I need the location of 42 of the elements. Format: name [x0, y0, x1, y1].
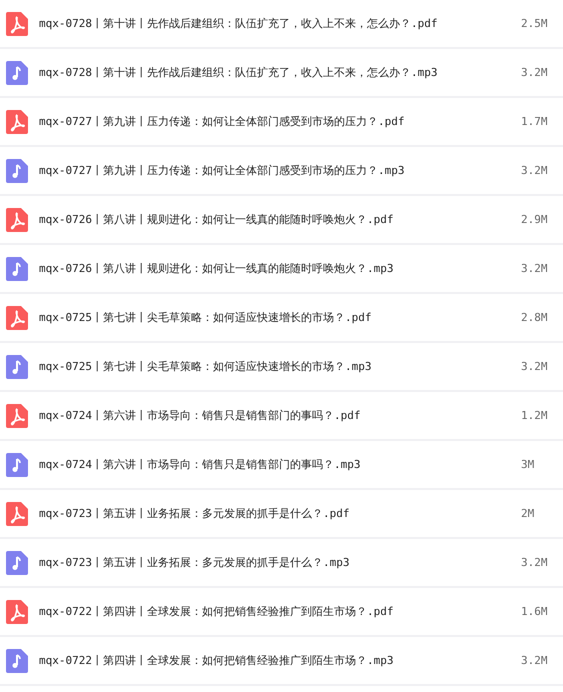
file-name[interactable]: mqx-0722丨第四讲丨全球发展：如何把销售经验推广到陌生市场？.pdf [39, 604, 521, 619]
pdf-file-icon [6, 502, 28, 526]
music-file-icon [6, 158, 28, 182]
pdf-file-icon [6, 12, 28, 36]
file-size: 2.8M [521, 311, 548, 324]
file-name[interactable]: mqx-0726丨第八讲丨规则进化：如何让一线真的能随时呼唤炮火？.pdf [39, 212, 521, 227]
file-name[interactable]: mqx-0726丨第八讲丨规则进化：如何让一线真的能随时呼唤炮火？.mp3 [39, 261, 521, 276]
file-name[interactable]: mqx-0723丨第五讲丨业务拓展：多元发展的抓手是什么？.pdf [39, 506, 521, 521]
music-file-icon [6, 354, 28, 378]
file-name[interactable]: mqx-0724丨第六讲丨市场导向：销售只是销售部门的事吗？.pdf [39, 408, 521, 423]
music-file-icon [6, 452, 28, 476]
file-size: 1.2M [521, 409, 548, 422]
file-name[interactable]: mqx-0724丨第六讲丨市场导向：销售只是销售部门的事吗？.mp3 [39, 457, 521, 472]
music-file-icon [6, 256, 28, 280]
pdf-file-icon [6, 600, 28, 624]
file-size: 3.2M [521, 360, 548, 373]
music-file-icon [6, 60, 28, 84]
file-size: 1.7M [521, 115, 548, 128]
file-name[interactable]: mqx-0725丨第七讲丨尖毛草策略：如何适应快速增长的市场？.pdf [39, 310, 521, 325]
pdf-file-icon [6, 404, 28, 428]
file-name[interactable]: mqx-0722丨第四讲丨全球发展：如何把销售经验推广到陌生市场？.mp3 [39, 653, 521, 668]
file-size: 2M [521, 507, 536, 520]
file-name[interactable]: mqx-0723丨第五讲丨业务拓展：多元发展的抓手是什么？.mp3 [39, 555, 521, 570]
pdf-file-icon [6, 208, 28, 232]
pdf-file-icon [6, 110, 28, 134]
file-name[interactable]: mqx-0728丨第十讲丨先作战后建组织：队伍扩充了，收入上不来，怎么办？.mp3 [39, 65, 521, 80]
file-size: 3M [521, 458, 536, 471]
file-size: 1.6M [521, 605, 548, 618]
music-file-icon [6, 550, 28, 574]
file-size: 3.2M [521, 66, 548, 79]
file-size: 2.5M [521, 17, 548, 30]
file-name[interactable]: mqx-0725丨第七讲丨尖毛草策略：如何适应快速增长的市场？.mp3 [39, 359, 521, 374]
file-size: 3.2M [521, 262, 548, 275]
file-size: 3.2M [521, 556, 548, 569]
file-size: 3.2M [521, 654, 548, 667]
music-file-icon [6, 648, 28, 672]
file-size: 2.9M [521, 213, 548, 226]
file-name[interactable]: mqx-0727丨第九讲丨压力传递：如何让全体部门感受到市场的压力？.pdf [39, 114, 521, 129]
pdf-file-icon [6, 306, 28, 330]
file-name[interactable]: mqx-0728丨第十讲丨先作战后建组织：队伍扩充了，收入上不来，怎么办？.pdf [39, 16, 521, 31]
file-size: 3.2M [521, 164, 548, 177]
file-name[interactable]: mqx-0727丨第九讲丨压力传递：如何让全体部门感受到市场的压力？.mp3 [39, 163, 521, 178]
